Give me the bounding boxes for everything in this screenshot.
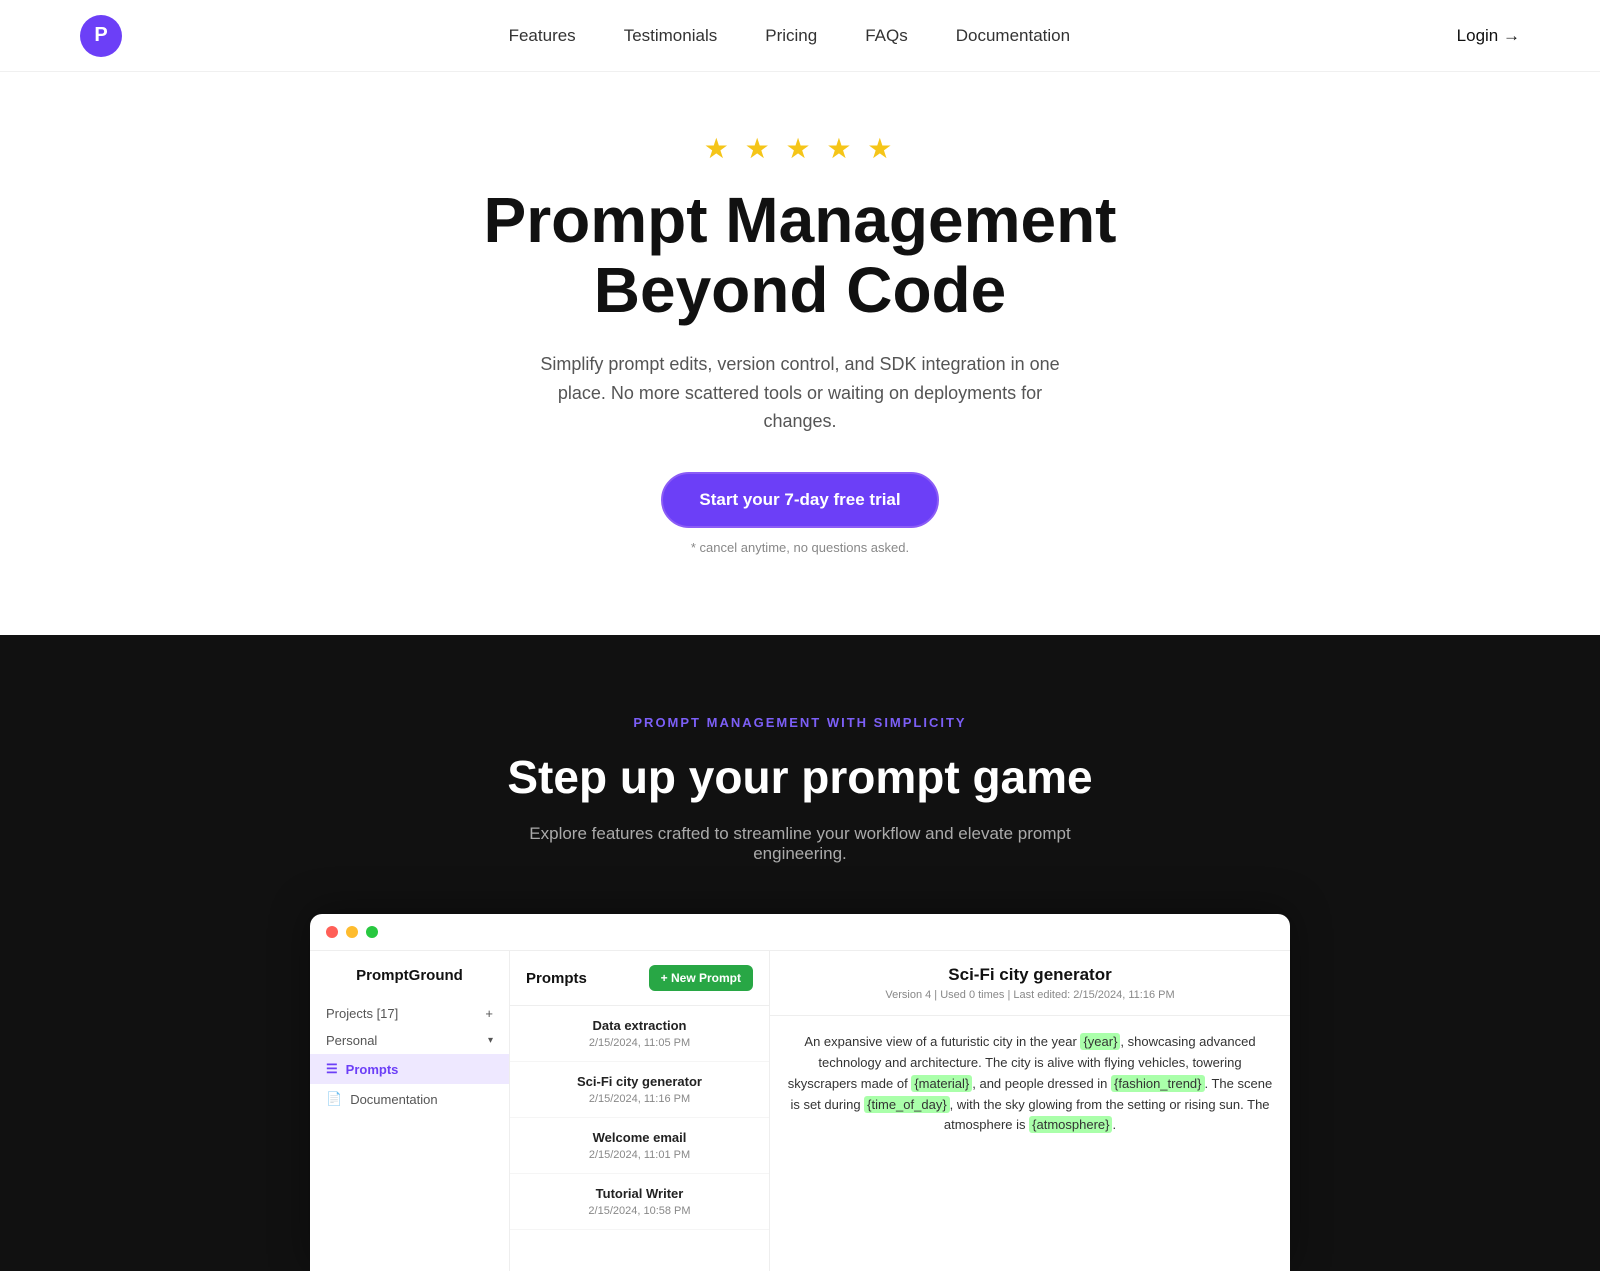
close-dot xyxy=(326,926,338,938)
list-item[interactable]: Data extraction 2/15/2024, 11:05 PM xyxy=(510,1006,769,1062)
list-item[interactable]: Welcome email 2/15/2024, 11:01 PM xyxy=(510,1118,769,1174)
list-icon: ☰ xyxy=(326,1061,338,1077)
new-prompt-button[interactable]: + New Prompt xyxy=(649,965,753,991)
sidebar-projects[interactable]: Projects [17] + xyxy=(310,1000,509,1027)
nav-links: Features Testimonials Pricing FAQs Docum… xyxy=(509,26,1070,46)
prompt-name: Tutorial Writer xyxy=(526,1186,753,1201)
maximize-dot xyxy=(366,926,378,938)
sidebar-personal[interactable]: Personal ▾ xyxy=(310,1027,509,1054)
cta-note: * cancel anytime, no questions asked. xyxy=(40,540,1560,555)
prompts-nav-label: Prompts xyxy=(346,1062,399,1077)
personal-label: Personal xyxy=(326,1033,377,1048)
year-highlight: {year} xyxy=(1080,1033,1120,1050)
content-meta: Version 4 | Used 0 times | Last edited: … xyxy=(786,989,1274,1001)
add-project-icon[interactable]: + xyxy=(485,1006,493,1021)
material-highlight: {material} xyxy=(911,1075,972,1092)
logo-icon: P xyxy=(80,15,122,57)
content-body: An expansive view of a futuristic city i… xyxy=(770,1016,1290,1152)
fashion-highlight: {fashion_trend} xyxy=(1111,1075,1204,1092)
prompts-panel-title: Prompts xyxy=(526,970,587,987)
time-highlight: {time_of_day} xyxy=(864,1096,950,1113)
logo[interactable]: P xyxy=(80,15,122,57)
prompt-name: Sci-Fi city generator xyxy=(526,1074,753,1089)
nav-documentation[interactable]: Documentation xyxy=(956,26,1070,46)
nav-pricing[interactable]: Pricing xyxy=(765,26,817,46)
section-label: PROMPT MANAGEMENT WITH SIMPLICITY xyxy=(40,715,1560,730)
sidebar-item-prompts[interactable]: ☰ Prompts xyxy=(310,1054,509,1084)
login-link[interactable]: Login → xyxy=(1457,26,1520,46)
prompts-header: Prompts + New Prompt xyxy=(510,951,769,1006)
prompts-panel: Prompts + New Prompt Data extraction 2/1… xyxy=(510,951,770,1271)
window-controls xyxy=(310,914,1290,951)
atmosphere-highlight: {atmosphere} xyxy=(1029,1116,1112,1133)
prompt-name: Welcome email xyxy=(526,1130,753,1145)
sidebar-item-documentation[interactable]: 📄 Documentation xyxy=(310,1084,509,1114)
star-rating: ★ ★ ★ ★ ★ xyxy=(40,132,1560,165)
chevron-down-icon: ▾ xyxy=(488,1035,493,1046)
cta-button[interactable]: Start your 7-day free trial xyxy=(661,472,938,528)
prompt-date: 2/15/2024, 11:16 PM xyxy=(526,1093,753,1105)
hero-title: Prompt Management Beyond Code xyxy=(40,185,1560,326)
section-description: Explore features crafted to streamline y… xyxy=(520,824,1080,864)
content-title: Sci-Fi city generator xyxy=(786,965,1274,985)
projects-label: Projects [17] xyxy=(326,1006,398,1021)
content-header: Sci-Fi city generator Version 4 | Used 0… xyxy=(770,951,1290,1016)
nav-features[interactable]: Features xyxy=(509,26,576,46)
app-sidebar: PromptGround Projects [17] + Personal ▾ … xyxy=(310,951,510,1271)
section-title: Step up your prompt game xyxy=(40,750,1560,804)
doc-icon: 📄 xyxy=(326,1091,342,1107)
list-item[interactable]: Sci-Fi city generator 2/15/2024, 11:16 P… xyxy=(510,1062,769,1118)
hero-section: ★ ★ ★ ★ ★ Prompt Management Beyond Code … xyxy=(0,72,1600,635)
prompt-date: 2/15/2024, 11:01 PM xyxy=(526,1149,753,1161)
minimize-dot xyxy=(346,926,358,938)
text-after-material: , and people dressed in xyxy=(972,1076,1111,1091)
text-end: . xyxy=(1112,1117,1116,1132)
prompt-content-area: Sci-Fi city generator Version 4 | Used 0… xyxy=(770,951,1290,1271)
prompt-name: Data extraction xyxy=(526,1018,753,1033)
hero-subtitle: Simplify prompt edits, version control, … xyxy=(520,350,1080,436)
documentation-nav-label: Documentation xyxy=(350,1092,437,1107)
app-body: PromptGround Projects [17] + Personal ▾ … xyxy=(310,951,1290,1271)
features-section: PROMPT MANAGEMENT WITH SIMPLICITY Step u… xyxy=(0,635,1600,1271)
navbar: P Features Testimonials Pricing FAQs Doc… xyxy=(0,0,1600,72)
nav-faqs[interactable]: FAQs xyxy=(865,26,908,46)
app-brand: PromptGround xyxy=(310,967,509,1000)
text-before-year: An expansive view of a futuristic city i… xyxy=(804,1034,1080,1049)
nav-testimonials[interactable]: Testimonials xyxy=(624,26,718,46)
list-item[interactable]: Tutorial Writer 2/15/2024, 10:58 PM xyxy=(510,1174,769,1230)
app-window: PromptGround Projects [17] + Personal ▾ … xyxy=(310,914,1290,1271)
prompt-date: 2/15/2024, 10:58 PM xyxy=(526,1205,753,1217)
prompt-date: 2/15/2024, 11:05 PM xyxy=(526,1037,753,1049)
